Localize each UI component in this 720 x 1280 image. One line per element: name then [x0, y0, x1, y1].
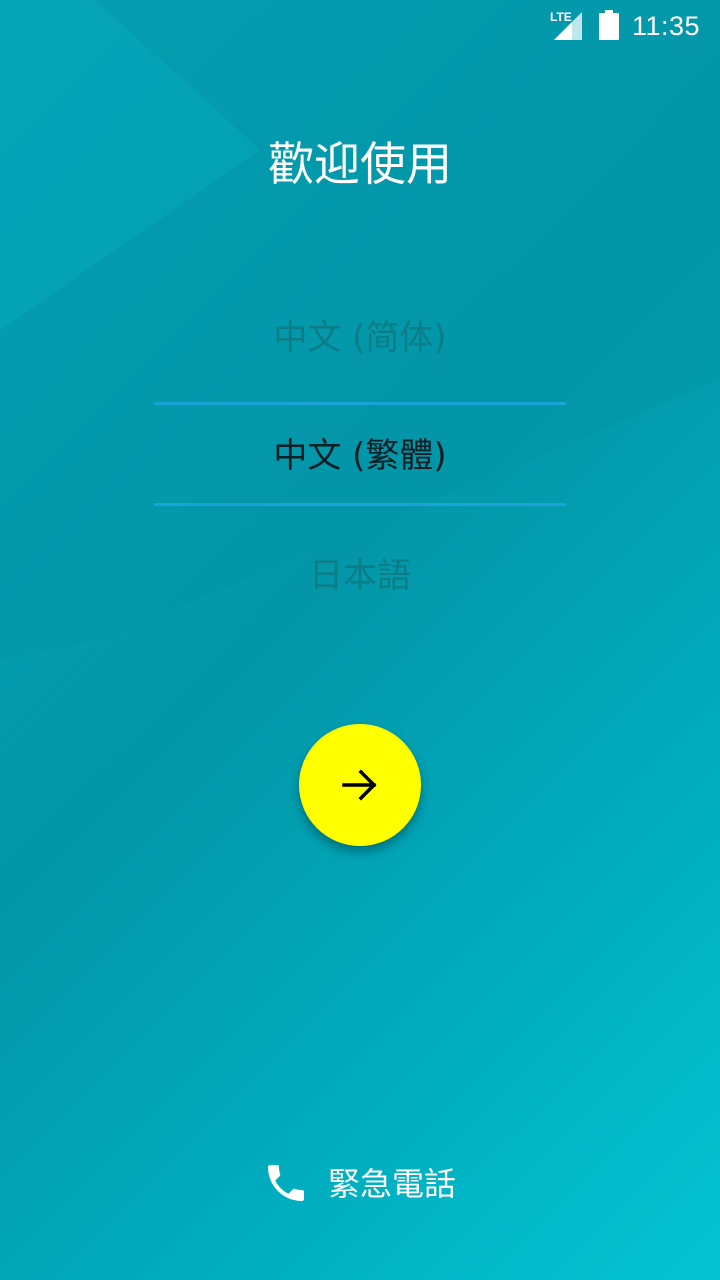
status-bar: LTE 11:35	[0, 0, 720, 50]
setup-welcome-screen: LTE 11:35 歡迎使用 中文 (简体) 中文 (繁體) 日本語 緊急電話	[0, 0, 720, 1280]
picker-divider-top	[154, 402, 566, 405]
language-picker[interactable]: 中文 (简体) 中文 (繁體) 日本語	[154, 278, 566, 638]
arrow-right-icon	[342, 769, 377, 801]
status-clock: 11:35	[632, 11, 701, 41]
next-button[interactable]	[299, 724, 421, 846]
lte-signal-icon: LTE	[550, 10, 582, 40]
emergency-call-label: 緊急電話	[328, 1165, 457, 1203]
picker-divider-bottom	[154, 503, 566, 506]
phone-icon	[268, 1165, 304, 1201]
emergency-call-button[interactable]: 緊急電話	[258, 1152, 468, 1216]
language-option-selected[interactable]: 中文 (繁體)	[154, 406, 566, 506]
battery-icon	[599, 10, 619, 40]
welcome-title: 歡迎使用	[268, 137, 452, 191]
language-option[interactable]: 日本語	[154, 526, 566, 626]
language-option[interactable]: 中文 (简体)	[154, 288, 566, 388]
lte-label: LTE	[550, 10, 572, 24]
